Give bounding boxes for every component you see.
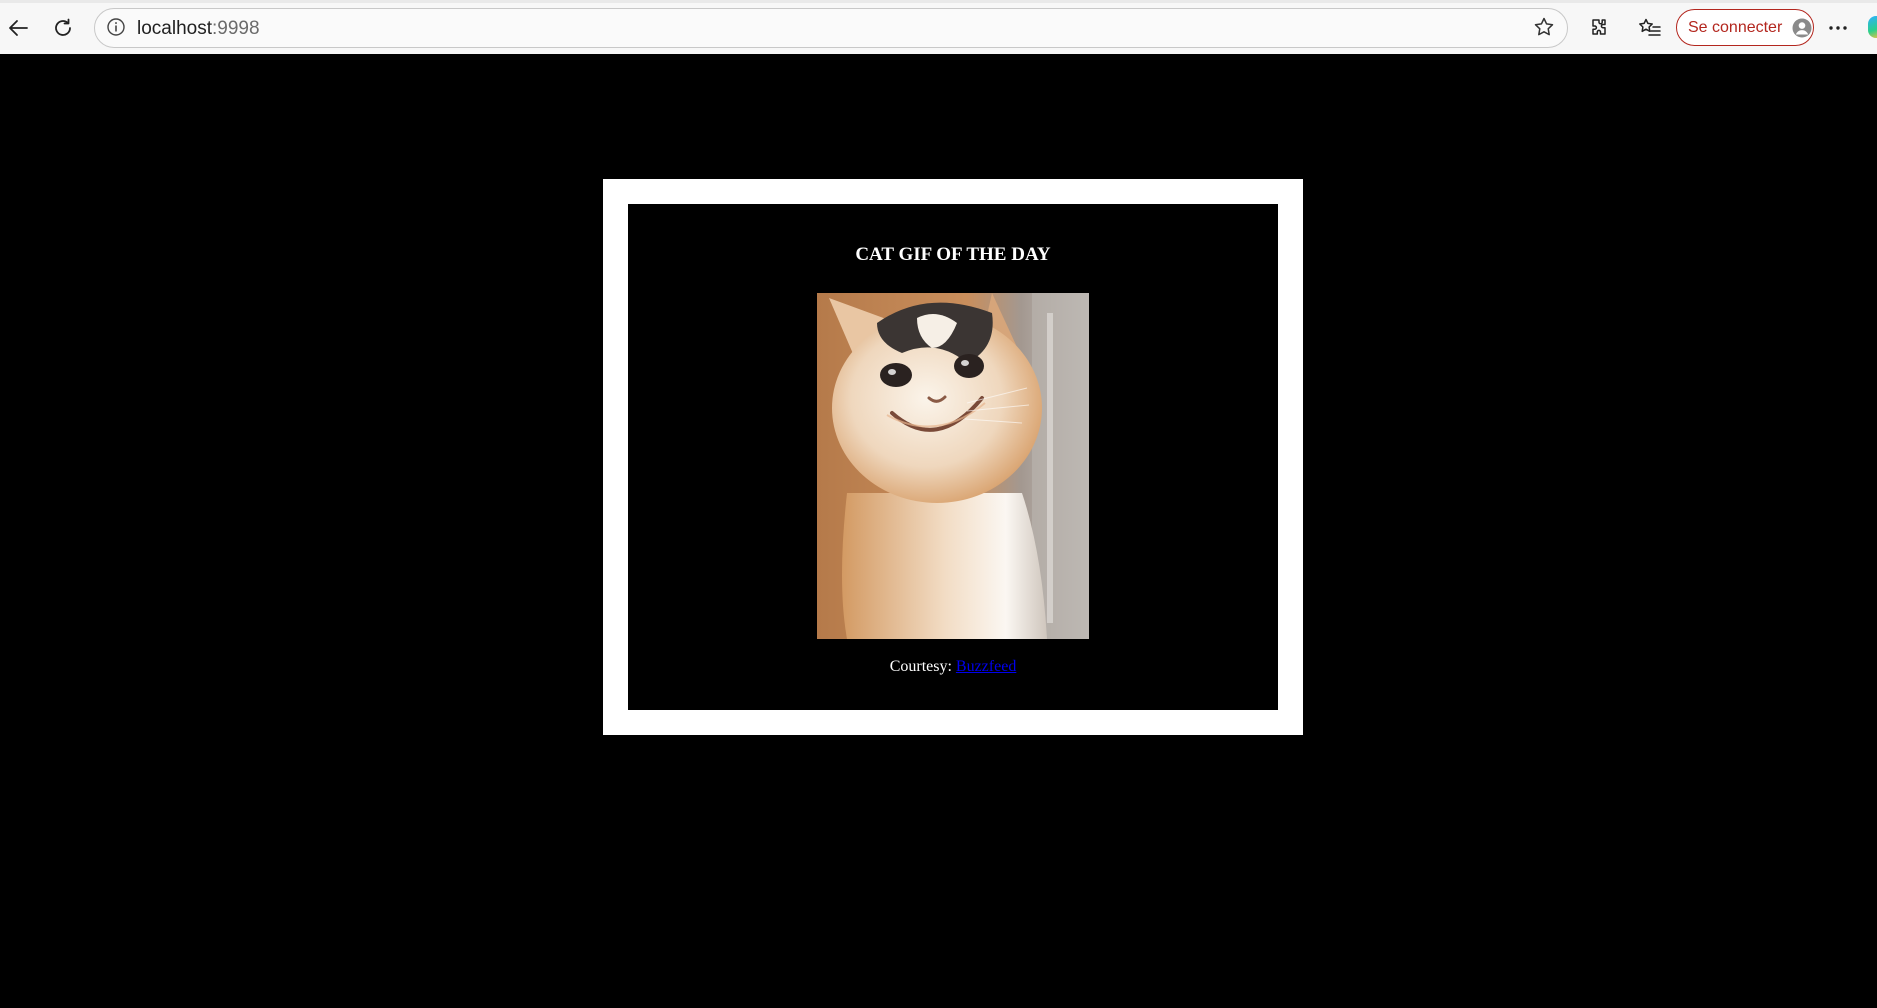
favorite-star-icon [1533, 16, 1555, 42]
courtesy-prefix: Courtesy: [889, 658, 952, 675]
more-options-icon [1827, 17, 1849, 39]
extensions-button[interactable] [1581, 10, 1617, 46]
favorites-button[interactable] [1632, 10, 1668, 46]
url-host: localhost [137, 18, 212, 39]
url-text[interactable]: localhost:9998 [137, 18, 260, 40]
courtesy-line: Courtesy: Buzzfeed [628, 658, 1278, 676]
url-port: :9998 [212, 18, 260, 39]
page-title: CAT GIF OF THE DAY [855, 244, 1051, 265]
back-arrow-icon [7, 17, 29, 39]
avatar-icon [1792, 18, 1812, 38]
reload-button[interactable] [45, 10, 81, 46]
more-options-button[interactable] [1820, 10, 1856, 46]
cat-gif-image [817, 293, 1089, 639]
extensions-icon [1588, 17, 1610, 39]
reload-icon [52, 17, 74, 39]
sign-in-label: Se connecter [1688, 18, 1783, 36]
content-box: CAT GIF OF THE DAY Courtesy: Buzzfeed [628, 204, 1278, 710]
white-frame: CAT GIF OF THE DAY Courtesy: Buzzfeed [603, 179, 1303, 735]
add-favorite-button[interactable] [1531, 16, 1557, 42]
favorites-list-icon [1638, 17, 1662, 39]
tab-strip [0, 0, 1877, 3]
buzzfeed-link[interactable]: Buzzfeed [956, 658, 1016, 675]
back-button[interactable] [0, 10, 36, 46]
site-info-button[interactable] [103, 16, 129, 42]
address-bar[interactable]: localhost:9998 [94, 8, 1568, 48]
edge-logo-icon[interactable] [1868, 16, 1877, 38]
page-viewport: CAT GIF OF THE DAY Courtesy: Buzzfeed [0, 54, 1877, 1008]
browser-toolbar: localhost:9998 Se connecter [0, 0, 1877, 54]
site-info-icon [106, 17, 126, 41]
sign-in-button[interactable]: Se connecter [1676, 9, 1814, 46]
